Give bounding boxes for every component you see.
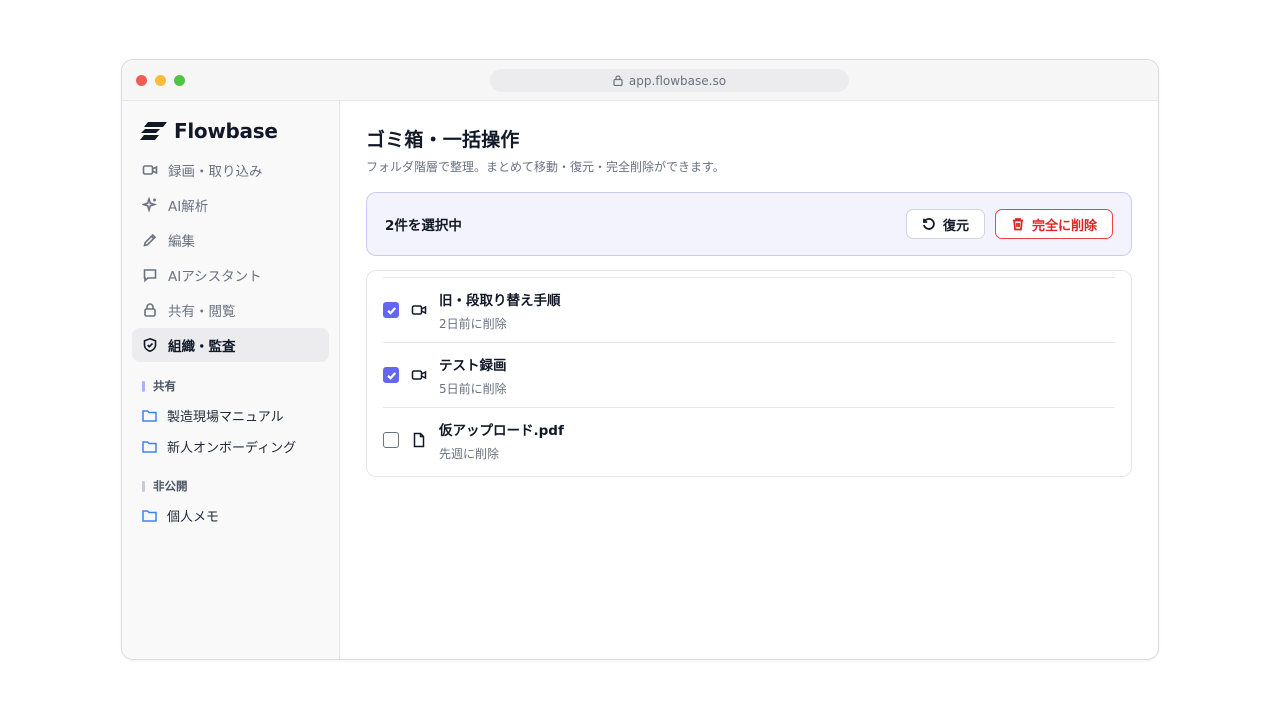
- browser-window: app.flowbase.so Flowbase 録画・取り込み AI解析 編集…: [121, 59, 1159, 660]
- url-text: app.flowbase.so: [628, 73, 727, 88]
- item-checkbox[interactable]: [383, 432, 399, 448]
- page-subtitle: フォルダ階層で整理。まとめて移動・復元・完全削除ができます。: [366, 160, 725, 174]
- nav-item-label: 編集: [168, 234, 195, 250]
- bulk-actions: 復元 完全に削除: [905, 209, 1113, 239]
- folder-label: 新人オンボーディング: [167, 441, 297, 456]
- section-label: 共有: [153, 379, 176, 393]
- folder-label: 個人メモ: [167, 510, 220, 525]
- address-bar[interactable]: app.flowbase.so: [490, 69, 849, 92]
- item-title: 仮アップロード.pdf: [439, 422, 564, 439]
- folder-icon: [142, 410, 157, 422]
- pencil-icon: [143, 233, 157, 247]
- close-window-button[interactable]: [136, 75, 147, 86]
- restore-button[interactable]: 復元: [905, 209, 985, 239]
- video-icon: [411, 302, 427, 318]
- page-title: ゴミ箱・一括操作: [366, 129, 520, 151]
- minimize-window-button[interactable]: [155, 75, 166, 86]
- item-deleted-time: 2日前に削除: [439, 316, 507, 331]
- nav-item-edit[interactable]: 編集: [132, 223, 329, 257]
- nav-item-label: 共有・閲覧: [168, 304, 236, 320]
- delete-label: 完全に削除: [1031, 218, 1097, 234]
- nav-item-ai-analysis[interactable]: AI解析: [132, 188, 329, 222]
- nav-item-label: AIアシスタント: [168, 269, 262, 285]
- nav-item-organization[interactable]: 組織・監査: [132, 328, 329, 362]
- main-content: ゴミ箱・一括操作 フォルダ階層で整理。まとめて移動・復元・完全削除ができます。 …: [340, 101, 1158, 659]
- section-private: 非公開: [142, 478, 329, 494]
- title-bar: app.flowbase.so: [122, 60, 1158, 101]
- section-marker: [142, 380, 145, 392]
- shield-icon: [143, 337, 157, 353]
- list-item[interactable]: テスト録画 5日前に削除: [383, 342, 1115, 407]
- nav-item-label: 録画・取り込み: [168, 164, 263, 180]
- nav-item-label: 組織・監査: [168, 339, 236, 355]
- nav-item-ai-assistant[interactable]: AIアシスタント: [132, 258, 329, 292]
- section-shared: 共有: [142, 378, 329, 394]
- video-icon: [142, 165, 158, 175]
- section-label: 非公開: [153, 479, 188, 493]
- brand-name: Flowbase: [174, 119, 278, 143]
- flowbase-logo-icon: [140, 122, 167, 140]
- item-deleted-time: 5日前に削除: [439, 381, 507, 396]
- restore-icon: [923, 218, 935, 230]
- list-item[interactable]: 仮アップロード.pdf 先週に削除: [383, 407, 1115, 472]
- nav-item-label: AI解析: [168, 199, 209, 215]
- check-icon: [386, 371, 396, 380]
- chat-icon: [143, 269, 157, 283]
- item-deleted-time: 先週に削除: [439, 446, 500, 461]
- check-icon: [386, 306, 396, 315]
- folder-label: 製造現場マニュアル: [167, 410, 284, 425]
- nav-item-recording[interactable]: 録画・取り込み: [132, 153, 329, 187]
- item-title: テスト録画: [439, 357, 507, 374]
- folder-icon: [142, 441, 157, 453]
- item-checkbox[interactable]: [383, 302, 399, 318]
- lock-icon: [144, 303, 156, 317]
- selection-bar: 2件を選択中 復元 完全に削除: [366, 192, 1132, 256]
- folder-item[interactable]: 個人メモ: [132, 500, 329, 531]
- selection-count: 2件を選択中: [385, 218, 462, 234]
- sidebar: Flowbase 録画・取り込み AI解析 編集 AIアシスタント 共有・閲覧: [122, 101, 340, 659]
- trash-icon: [1012, 218, 1023, 231]
- lock-icon: [613, 75, 623, 86]
- trash-list: 旧・段取り替え手順 2日前に削除 テスト録画 5日前に削除 仮アップロード.pd…: [366, 270, 1132, 477]
- permanent-delete-button[interactable]: 完全に削除: [994, 209, 1113, 239]
- brand-logo[interactable]: Flowbase: [140, 119, 329, 143]
- section-marker: [142, 480, 145, 492]
- folder-icon: [142, 510, 157, 522]
- file-icon: [411, 432, 427, 448]
- sparkle-icon: [142, 197, 158, 213]
- video-icon: [411, 367, 427, 383]
- item-checkbox[interactable]: [383, 367, 399, 383]
- nav-item-sharing[interactable]: 共有・閲覧: [132, 293, 329, 327]
- item-title: 旧・段取り替え手順: [439, 292, 561, 309]
- folder-item[interactable]: 製造現場マニュアル: [132, 400, 329, 431]
- maximize-window-button[interactable]: [174, 75, 185, 86]
- restore-label: 復元: [942, 218, 969, 234]
- list-item[interactable]: 旧・段取り替え手順 2日前に削除: [383, 277, 1115, 342]
- folder-item[interactable]: 新人オンボーディング: [132, 431, 329, 462]
